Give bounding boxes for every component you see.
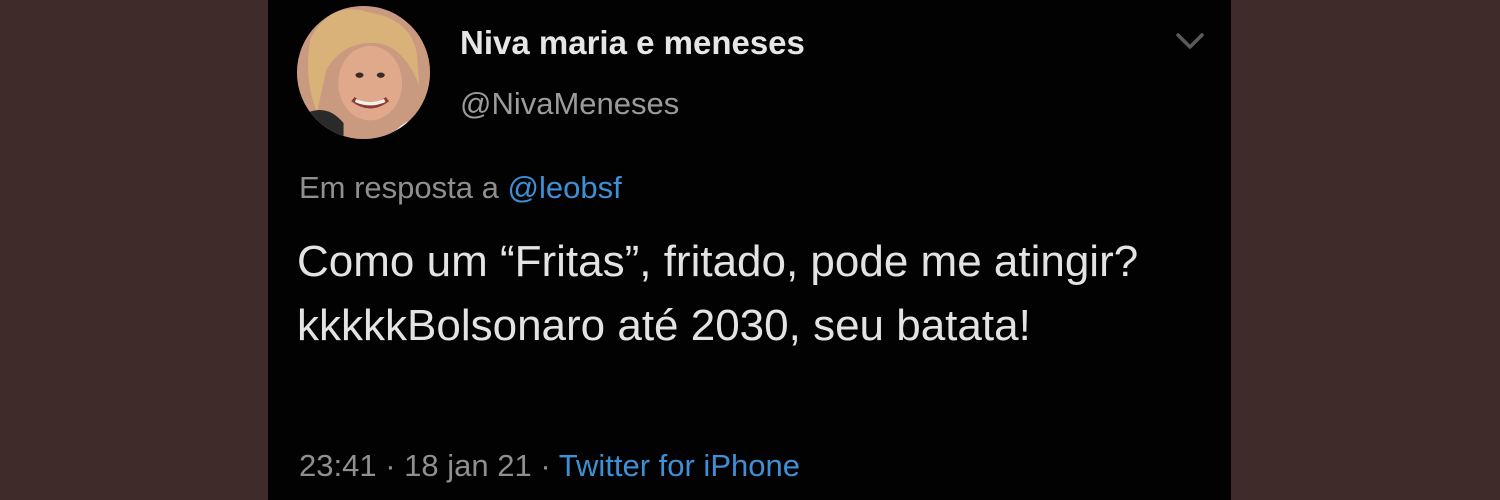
reply-mention-link[interactable]: @leobsf: [508, 170, 622, 205]
screenshot-stage: Niva maria e meneses @NivaMeneses Em res…: [0, 0, 1500, 500]
avatar[interactable]: [297, 6, 430, 139]
tweet-text: Como um “Fritas”, fritado, pode me ating…: [297, 237, 1139, 350]
tweet-date[interactable]: 18 jan 21: [404, 448, 532, 483]
tweet-source-link[interactable]: Twitter for iPhone: [559, 448, 800, 483]
tweet-card[interactable]: Niva maria e meneses @NivaMeneses Em res…: [268, 0, 1231, 500]
chevron-down-icon[interactable]: [1173, 28, 1207, 54]
meta-separator: ·: [540, 448, 551, 483]
meta-separator: ·: [385, 448, 396, 483]
author-handle[interactable]: @NivaMeneses: [460, 86, 679, 122]
avatar-image: [297, 6, 430, 139]
tweet-time[interactable]: 23:41: [299, 448, 377, 483]
author-display-name[interactable]: Niva maria e meneses: [460, 24, 805, 62]
reply-context: Em resposta a @leobsf: [299, 170, 622, 206]
tweet-meta: 23:41 · 18 jan 21 · Twitter for iPhone: [299, 448, 800, 484]
reply-prefix: Em resposta a: [299, 170, 499, 205]
